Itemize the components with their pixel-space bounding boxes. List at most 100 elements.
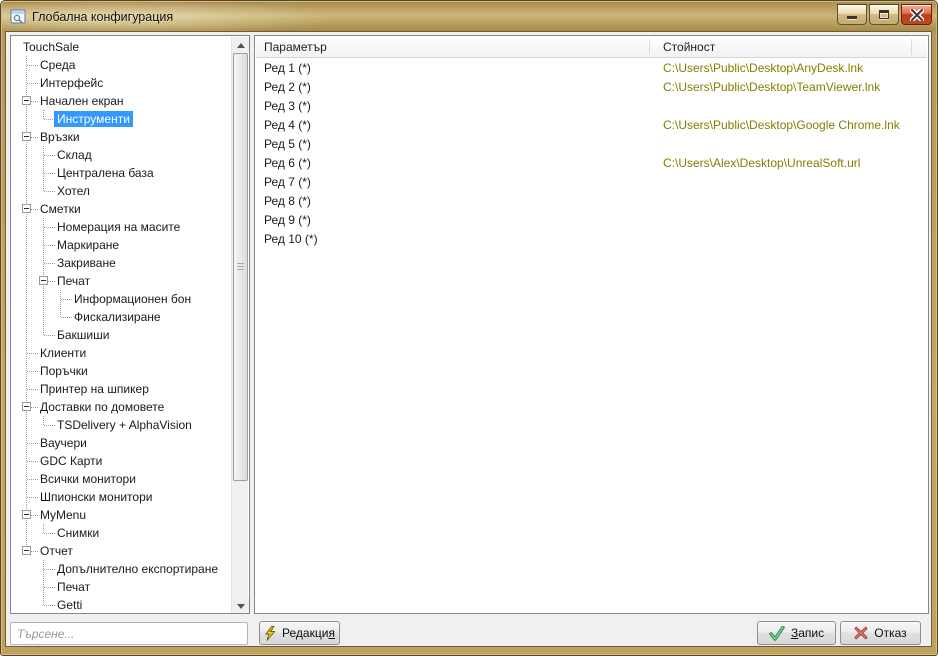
- scroll-down-button[interactable]: [232, 598, 249, 614]
- expander-minus-icon[interactable]: [22, 510, 31, 519]
- tree-item[interactable]: Всички монитори: [11, 470, 231, 488]
- tree-item-label[interactable]: Сметки: [37, 201, 84, 217]
- tree-item[interactable]: Закриване: [11, 254, 231, 272]
- cancel-button[interactable]: Отказ: [840, 621, 921, 645]
- table-row[interactable]: Ред 6 (*)C:\Users\Alex\Desktop\UnrealSof…: [256, 154, 927, 173]
- tree-item[interactable]: TouchSale: [11, 38, 231, 56]
- tree-item[interactable]: Отчет: [11, 542, 231, 560]
- tree-item-label[interactable]: Склад: [54, 147, 95, 163]
- tree-item[interactable]: Инструменти: [11, 110, 231, 128]
- tree-item[interactable]: MyMenu: [11, 506, 231, 524]
- tree-item[interactable]: Сметки: [11, 200, 231, 218]
- scroll-up-button[interactable]: [232, 37, 249, 53]
- param-cell[interactable]: Ред 3 (*): [264, 99, 311, 113]
- tree-item-label[interactable]: Ваучери: [37, 435, 90, 451]
- table-row[interactable]: Ред 10 (*): [256, 230, 927, 249]
- value-cell[interactable]: C:\Users\Alex\Desktop\UnrealSoft.url: [663, 156, 860, 170]
- tree-item-label[interactable]: Печат: [54, 579, 93, 595]
- tree-item[interactable]: Доставки по домовете: [11, 398, 231, 416]
- tree-item[interactable]: Ваучери: [11, 434, 231, 452]
- tree-item-label[interactable]: Информационен бон: [71, 291, 194, 307]
- param-cell[interactable]: Ред 1 (*): [264, 61, 311, 75]
- value-cell[interactable]: C:\Users\Public\Desktop\Google Chrome.ln…: [663, 118, 900, 132]
- table-row[interactable]: Ред 9 (*): [256, 211, 927, 230]
- tree-item[interactable]: Информационен бон: [11, 290, 231, 308]
- tree-item-label[interactable]: Фискализиране: [71, 309, 164, 325]
- tree-item[interactable]: Шпионски монитори: [11, 488, 231, 506]
- tree-item-label[interactable]: TouchSale: [20, 39, 82, 55]
- value-cell[interactable]: C:\Users\Public\Desktop\TeamViewer.lnk: [663, 80, 880, 94]
- tree-item[interactable]: Допълнително експортиране: [11, 560, 231, 578]
- table-row[interactable]: Ред 3 (*): [256, 97, 927, 116]
- tree-item-label[interactable]: Маркиране: [54, 237, 122, 253]
- tree-item[interactable]: Печат: [11, 578, 231, 596]
- column-header-parameter[interactable]: Параметър: [264, 40, 327, 54]
- tree-item-label[interactable]: TSDelivery + AlphaVision: [54, 417, 195, 433]
- column-separator[interactable]: [649, 39, 650, 55]
- tree-item-label[interactable]: Централена база: [54, 165, 157, 181]
- tree-item-label[interactable]: Интерфейс: [37, 75, 106, 91]
- tree-item[interactable]: Начален екран: [11, 92, 231, 110]
- search-input[interactable]: [10, 622, 248, 645]
- tree-item-label[interactable]: GDC Карти: [37, 453, 105, 469]
- tree-item-label[interactable]: Среда: [37, 57, 78, 73]
- expander-minus-icon[interactable]: [22, 546, 31, 555]
- expander-minus-icon[interactable]: [22, 204, 31, 213]
- tree-item[interactable]: Принтер на шпикер: [11, 380, 231, 398]
- tree-item-label[interactable]: Връзки: [37, 129, 83, 145]
- tree-scrollbar[interactable]: [231, 37, 248, 614]
- tree-item[interactable]: Фискализиране: [11, 308, 231, 326]
- param-cell[interactable]: Ред 8 (*): [264, 194, 311, 208]
- tree-item-label[interactable]: Отчет: [37, 543, 76, 559]
- tree-item-label[interactable]: Принтер на шпикер: [37, 381, 152, 397]
- tree-item[interactable]: Среда: [11, 56, 231, 74]
- save-button[interactable]: Запис: [757, 621, 836, 645]
- param-cell[interactable]: Ред 9 (*): [264, 213, 311, 227]
- close-button[interactable]: [901, 4, 932, 25]
- table-row[interactable]: Ред 1 (*) C:\Users\Public\Desktop\AnyDesk…: [256, 59, 927, 78]
- tree-item[interactable]: Печат: [11, 272, 231, 290]
- table-row[interactable]: Ред 4 (*) C:\Users\Public\Desktop\Google …: [256, 116, 927, 135]
- tree-item-label[interactable]: Номерация на масите: [54, 219, 183, 235]
- tree-item[interactable]: Връзки: [11, 128, 231, 146]
- tree-item-label[interactable]: Поръчки: [37, 363, 91, 379]
- tree-item-label[interactable]: Бакшиши: [54, 327, 112, 343]
- tree-item[interactable]: Склад: [11, 146, 231, 164]
- minimize-button[interactable]: [837, 4, 867, 25]
- expander-minus-icon[interactable]: [39, 276, 48, 285]
- tree-item[interactable]: Поръчки: [11, 362, 231, 380]
- tree-item-label[interactable]: Хотел: [54, 183, 93, 199]
- tree-item[interactable]: TSDelivery + AlphaVision: [11, 416, 231, 434]
- param-cell[interactable]: Ред 4 (*): [264, 118, 311, 132]
- tree-item[interactable]: Маркиране: [11, 236, 231, 254]
- table-row[interactable]: Ред 8 (*): [256, 192, 927, 211]
- expander-minus-icon[interactable]: [22, 96, 31, 105]
- tree-item-label[interactable]: Снимки: [54, 525, 102, 541]
- tree-item[interactable]: Номерация на масите: [11, 218, 231, 236]
- tree-item[interactable]: Интерфейс: [11, 74, 231, 92]
- tree-item[interactable]: Getti: [11, 596, 231, 614]
- edit-button[interactable]: Редакция: [259, 621, 340, 645]
- tree-item-label[interactable]: Закриване: [54, 255, 119, 271]
- tree-item-label[interactable]: Всички монитори: [37, 471, 139, 487]
- tree-item-label[interactable]: Доставки по домовете: [37, 399, 167, 415]
- expander-minus-icon[interactable]: [22, 402, 31, 411]
- param-cell[interactable]: Ред 7 (*): [264, 175, 311, 189]
- tree-item-label[interactable]: Шпионски монитори: [37, 489, 155, 505]
- table-row[interactable]: Ред 2 (*) C:\Users\Public\Desktop\TeamVie…: [256, 78, 927, 97]
- maximize-button[interactable]: [869, 4, 899, 25]
- tree-item-label[interactable]: Инструменти: [54, 111, 133, 127]
- tree-item[interactable]: Клиенти: [11, 344, 231, 362]
- column-separator[interactable]: [911, 39, 912, 55]
- param-cell[interactable]: Ред 2 (*): [264, 80, 311, 94]
- value-cell[interactable]: C:\Users\Public\Desktop\AnyDesk.lnk: [663, 61, 863, 75]
- tree-item-label[interactable]: Допълнително експортиране: [54, 561, 221, 577]
- scrollbar-thumb[interactable]: [233, 53, 248, 481]
- tree-item-label[interactable]: MyMenu: [37, 507, 89, 523]
- tree-item[interactable]: Хотел: [11, 182, 231, 200]
- column-header-value[interactable]: Стойност: [663, 40, 715, 54]
- tree-item[interactable]: Централена база: [11, 164, 231, 182]
- tree-item[interactable]: Снимки: [11, 524, 231, 542]
- tree-item-label[interactable]: Начален екран: [37, 93, 127, 109]
- table-row[interactable]: Ред 5 (*): [256, 135, 927, 154]
